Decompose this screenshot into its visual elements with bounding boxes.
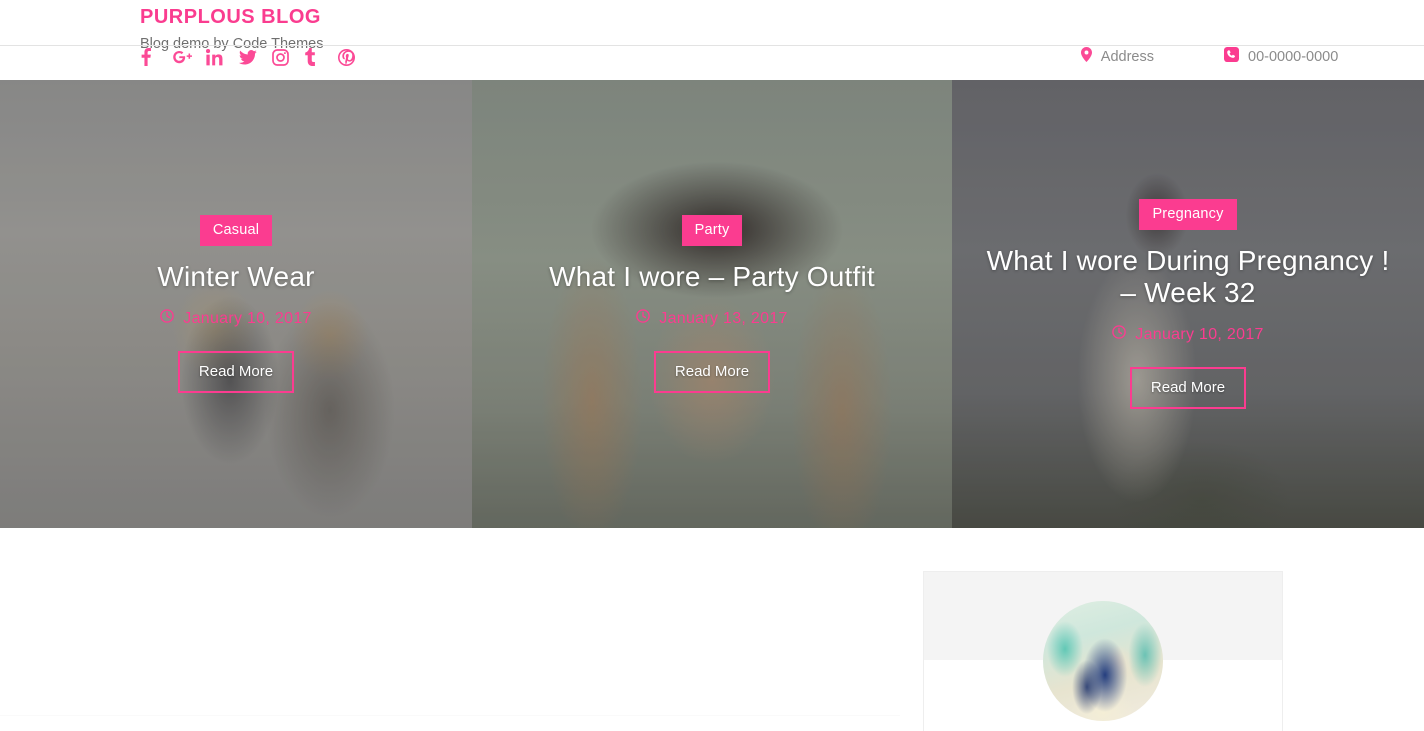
social-links [140,47,371,67]
post-date-text: January 10, 2017 [1135,325,1264,343]
about-me-widget [923,571,1283,731]
read-more-button[interactable]: Read More [177,351,295,394]
tumblr-icon [305,48,316,66]
facebook-icon [140,48,152,66]
featured-card-content: Casual Winter Wear January 10, 2017 Read… [0,80,472,528]
phone-icon [1224,47,1239,66]
linkedin-icon [206,48,223,66]
post-title[interactable]: What I wore – Party Outfit [549,261,875,293]
clock-icon [160,309,175,328]
featured-card-content: Pregnancy What I wore During Pregnancy !… [952,80,1424,528]
header-divider [0,45,1424,46]
featured-card[interactable]: Party What I wore – Party Outfit January… [472,80,952,528]
social-link-google-plus[interactable] [173,47,206,67]
social-link-linkedin[interactable] [206,47,239,67]
instagram-icon [272,48,289,66]
google-plus-icon [173,49,193,65]
clock-icon [1112,325,1127,344]
featured-card[interactable]: Casual Winter Wear January 10, 2017 Read… [0,80,472,528]
read-more-button[interactable]: Read More [653,351,771,394]
pinterest-icon [338,48,355,66]
sidebar [923,571,1283,731]
site-title[interactable]: PURPLOUS BLOG [140,4,324,30]
map-pin-icon [1080,47,1092,66]
address-text: Address [1100,48,1154,65]
read-more-button[interactable]: Read More [1129,367,1247,410]
phone-text: 00-0000-0000 [1248,48,1339,65]
featured-card[interactable]: Pregnancy What I wore During Pregnancy !… [952,80,1424,528]
post-title[interactable]: Winter Wear [157,261,314,293]
post-date: January 13, 2017 [636,309,787,328]
post-date: January 10, 2017 [160,309,311,328]
category-badge[interactable]: Pregnancy [1139,198,1237,231]
social-link-pinterest[interactable] [338,47,371,67]
clock-icon [636,309,651,328]
featured-posts-strip: Casual Winter Wear January 10, 2017 Read… [0,80,1424,528]
main-content-column [0,528,900,731]
avatar[interactable] [1043,601,1163,721]
social-link-twitter[interactable] [239,47,272,67]
social-link-instagram[interactable] [272,47,305,67]
category-badge[interactable]: Party [681,214,743,247]
page-body [0,528,1424,731]
contact-info: Address 00-0000-0000 [1080,47,1410,66]
social-link-tumblr[interactable] [305,47,338,67]
contact-phone[interactable]: 00-0000-0000 [1224,47,1410,66]
social-link-facebook[interactable] [140,47,173,67]
content-divider [0,715,900,716]
post-date: January 10, 2017 [1112,325,1263,344]
post-title[interactable]: What I wore During Pregnancy ! – Week 32 [978,245,1398,309]
contact-address[interactable]: Address [1080,47,1154,66]
category-badge[interactable]: Casual [199,214,273,247]
post-date-text: January 13, 2017 [659,309,788,327]
featured-card-content: Party What I wore – Party Outfit January… [472,80,952,528]
site-header: PURPLOUS BLOG Blog demo by Code Themes A… [0,0,1424,80]
post-date-text: January 10, 2017 [183,309,312,327]
twitter-icon [239,49,257,65]
